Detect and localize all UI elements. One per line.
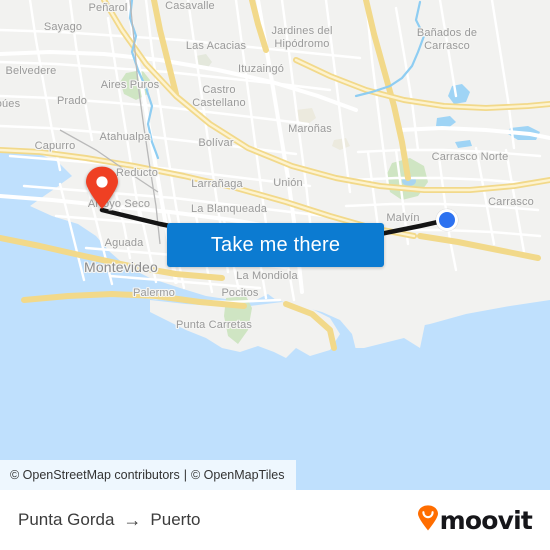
attribution-text: © OpenStreetMap contributors | © OpenMap… xyxy=(0,460,297,490)
moovit-logo[interactable]: moovit xyxy=(417,504,533,536)
map-canvas[interactable]: Peñarol Casavalle Sayago Las Acacias Jardine… xyxy=(0,0,550,460)
attribution-separator: | xyxy=(183,468,187,482)
map-attribution-bar: © OpenStreetMap contributors | © OpenMap… xyxy=(0,460,550,490)
osm-attribution-link[interactable]: © OpenStreetMap contributors xyxy=(10,468,180,482)
openmaptiles-attribution-link[interactable]: © OpenMapTiles xyxy=(191,468,285,482)
route-origin-label: Punta Gorda xyxy=(18,510,115,529)
moovit-wordmark: moovit xyxy=(439,505,533,535)
route-footer: Punta Gorda → Puerto moovit xyxy=(0,490,550,550)
moovit-route-preview: Peñarol Casavalle Sayago Las Acacias Jardine… xyxy=(0,0,550,550)
origin-pin-icon[interactable] xyxy=(85,166,119,210)
destination-dot-icon[interactable] xyxy=(436,209,458,231)
route-summary: Punta Gorda → Puerto xyxy=(18,510,201,530)
take-me-there-button[interactable]: Take me there xyxy=(167,223,384,267)
arrow-right-icon: → xyxy=(123,510,142,530)
moovit-pin-icon xyxy=(417,504,439,536)
route-destination-label: Puerto xyxy=(150,510,201,529)
